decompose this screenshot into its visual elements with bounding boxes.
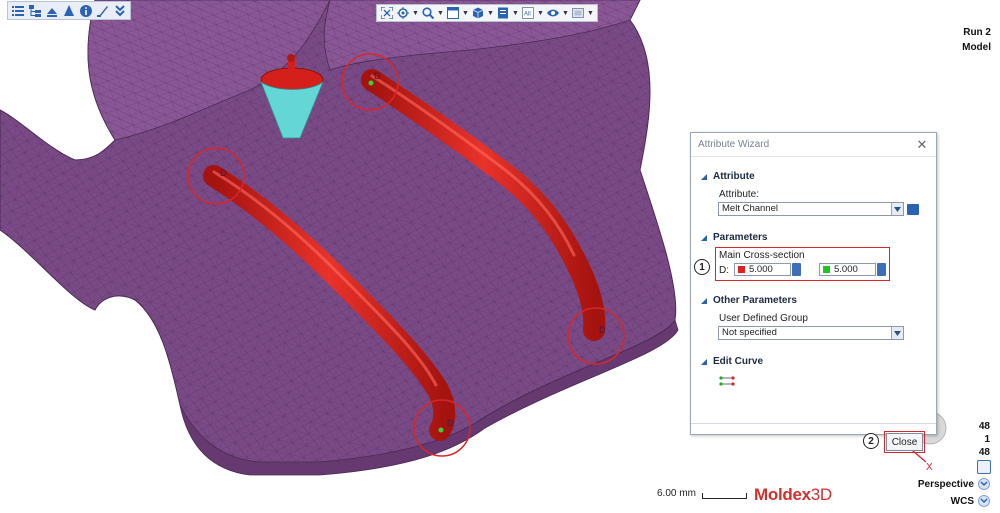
main-cross-section-label: Main Cross-section bbox=[719, 250, 805, 261]
collapse-triangle-icon[interactable] bbox=[701, 173, 707, 180]
d-label: D: bbox=[719, 265, 729, 276]
user-defined-group-select[interactable]: Not specified bbox=[718, 326, 904, 340]
chevron-down-icon[interactable] bbox=[978, 478, 990, 490]
list-icon[interactable] bbox=[11, 4, 25, 18]
d-tag: D bbox=[220, 168, 227, 178]
other-parameters-section-header[interactable]: Other Parameters bbox=[701, 295, 797, 306]
green-swatch bbox=[823, 266, 830, 273]
chevron-down-icon[interactable]: ▼ bbox=[587, 10, 594, 17]
chevron-down-icon[interactable]: ▼ bbox=[537, 10, 544, 17]
window-icon[interactable] bbox=[446, 6, 460, 20]
layers-icon[interactable] bbox=[45, 4, 59, 18]
run-label: Run 2 bbox=[963, 27, 991, 38]
chevron-down-icon[interactable] bbox=[978, 495, 990, 507]
stat-value: 48 bbox=[978, 421, 990, 432]
stat-value: 48 bbox=[978, 447, 990, 458]
tree-icon[interactable] bbox=[28, 4, 42, 18]
scale-bar: 6.00 mm bbox=[657, 488, 747, 499]
chevron-down-icon[interactable]: ▼ bbox=[487, 10, 494, 17]
dialog-divider bbox=[691, 423, 936, 424]
zoom-icon[interactable] bbox=[421, 6, 435, 20]
chevron-down-icon[interactable]: ▼ bbox=[462, 10, 469, 17]
lock-icon[interactable] bbox=[977, 460, 991, 474]
node-point[interactable] bbox=[438, 427, 444, 433]
node-point[interactable] bbox=[368, 80, 374, 86]
cube-icon[interactable] bbox=[471, 6, 485, 20]
model-label: Model bbox=[962, 42, 991, 53]
all-icon[interactable]: All bbox=[521, 6, 535, 20]
projection-label: Perspective bbox=[917, 478, 974, 490]
spin-button[interactable] bbox=[877, 263, 886, 276]
chevron-down-icon[interactable]: ▼ bbox=[437, 10, 444, 17]
chevron-down-icon[interactable] bbox=[891, 203, 903, 215]
d-tag: D bbox=[599, 325, 606, 335]
info-icon[interactable] bbox=[79, 4, 93, 18]
brand-logo: Moldex3D bbox=[754, 485, 832, 504]
callout-badge-2: 2 bbox=[863, 433, 879, 449]
top-left-toolbar bbox=[7, 1, 131, 20]
svg-text:All: All bbox=[524, 12, 531, 18]
document-icon[interactable] bbox=[496, 6, 510, 20]
scale-ruler bbox=[701, 493, 747, 499]
dialog-titlebar[interactable]: Attribute Wizard ✕ bbox=[691, 133, 936, 157]
stat-value: 1 bbox=[984, 434, 990, 445]
red-swatch bbox=[738, 266, 745, 273]
x-axis-label: X bbox=[926, 462, 933, 473]
parameters-section-header[interactable]: Parameters bbox=[701, 232, 767, 243]
coordinate-system-label: WCS bbox=[950, 495, 974, 507]
d-tag: D bbox=[374, 71, 381, 81]
chevron-down-icon[interactable] bbox=[891, 327, 903, 339]
attribute-wizard-dialog: Attribute Wizard ✕ Attribute Attribute: … bbox=[690, 132, 937, 453]
run-info: Run 2 Model bbox=[962, 25, 991, 55]
edit-curve-icon[interactable] bbox=[719, 375, 735, 390]
viewport-stats: 48 1 48 bbox=[979, 420, 990, 459]
chevron-down-icon[interactable]: ▼ bbox=[512, 10, 519, 17]
cone-icon[interactable] bbox=[62, 4, 76, 18]
folder-icon[interactable] bbox=[907, 204, 919, 215]
close-button-highlight bbox=[884, 431, 925, 453]
collapse-triangle-icon[interactable] bbox=[701, 234, 707, 241]
double-chevron-icon[interactable] bbox=[113, 4, 127, 18]
attribute-label: Attribute: bbox=[719, 189, 760, 200]
diameter-input-end[interactable]: 5.000 bbox=[819, 263, 876, 276]
diameter-input-start[interactable]: 5.000 bbox=[734, 263, 791, 276]
view-toolbar: ▼ ▼ ▼ ▼ ▼ All ▼ ▼ ▼ bbox=[376, 4, 598, 22]
chevron-down-icon[interactable]: ▼ bbox=[412, 10, 419, 17]
attribute-section-header[interactable]: Attribute bbox=[701, 171, 755, 182]
edit-curve-section-header[interactable]: Edit Curve bbox=[701, 356, 763, 367]
projection-selector[interactable]: Perspective bbox=[918, 478, 990, 490]
display-icon[interactable] bbox=[571, 6, 585, 20]
spin-button[interactable] bbox=[792, 263, 801, 276]
attribute-select[interactable]: Melt Channel bbox=[718, 202, 904, 216]
callout-badge-1: 1 bbox=[694, 259, 710, 275]
user-defined-group-label: User Defined Group bbox=[719, 313, 808, 324]
brush-icon[interactable] bbox=[96, 4, 110, 18]
collapse-triangle-icon[interactable] bbox=[701, 297, 707, 304]
select-icon[interactable] bbox=[396, 6, 410, 20]
eye-icon[interactable] bbox=[546, 6, 560, 20]
d-tag: D bbox=[447, 418, 454, 428]
scale-label: 6.00 mm bbox=[657, 488, 696, 499]
collapse-triangle-icon[interactable] bbox=[701, 358, 707, 365]
close-icon[interactable]: ✕ bbox=[916, 137, 928, 153]
chevron-down-icon[interactable]: ▼ bbox=[562, 10, 569, 17]
coordinate-system-selector[interactable]: WCS bbox=[951, 495, 990, 507]
fit-view-icon[interactable] bbox=[380, 6, 394, 20]
sprue-pin-head bbox=[287, 54, 295, 62]
dialog-title: Attribute Wizard bbox=[698, 139, 770, 150]
